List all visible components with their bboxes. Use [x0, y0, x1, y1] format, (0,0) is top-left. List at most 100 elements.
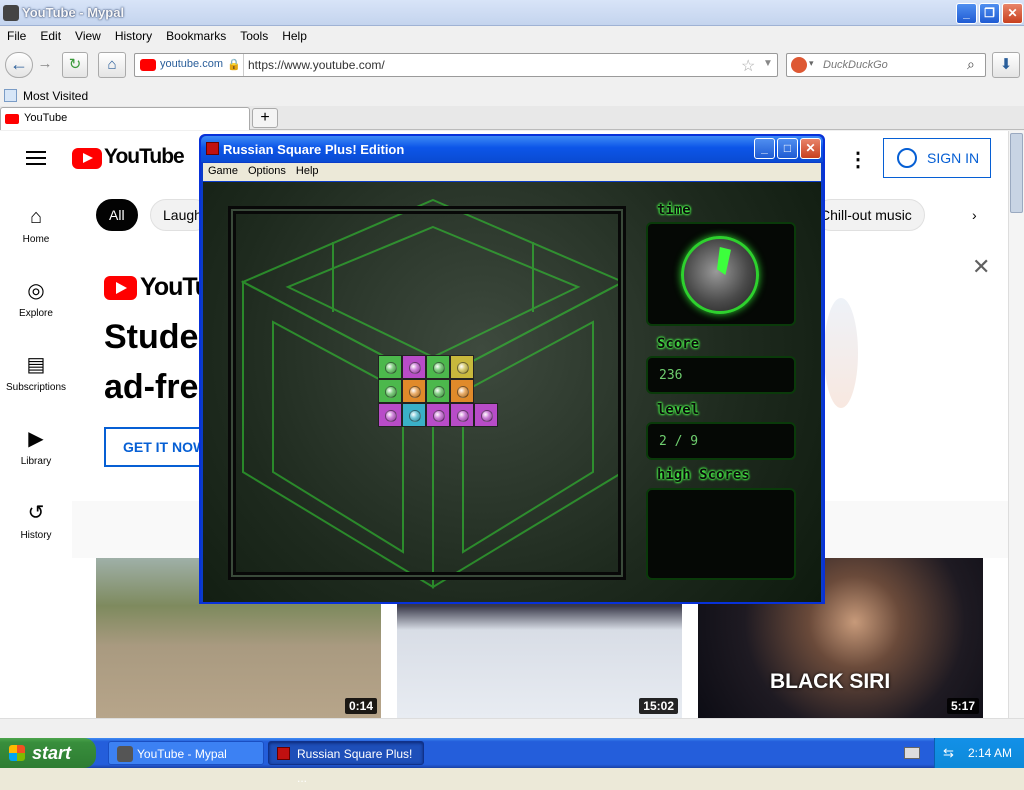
sidebar-item-library[interactable]: ▶ Library [0, 428, 72, 467]
browser-menu-bar: File Edit View History Bookmarks Tools Help [0, 26, 1024, 46]
gem-cyan [402, 403, 426, 427]
level-label: level [657, 402, 700, 418]
browser-title-bar[interactable]: YouTube - Mypal _ ❐ ✕ [0, 0, 1024, 26]
promo-cta-button[interactable]: GET IT NOW [104, 427, 214, 467]
search-placeholder: DuckDuckGo [823, 59, 888, 71]
mypal-taskbar-icon [117, 746, 133, 762]
sign-in-button[interactable]: SIGN IN [883, 138, 991, 178]
url-dropdown-icon[interactable]: ▼ [763, 58, 773, 69]
tab-strip: YouTube + [0, 106, 1024, 130]
sidebar-item-home[interactable]: ⌂ Home [0, 206, 72, 245]
menu-help[interactable]: Help [275, 26, 314, 43]
back-icon[interactable]: ← [5, 52, 33, 78]
chip-all[interactable]: All [96, 199, 138, 231]
network-icon[interactable]: ⇆ [943, 745, 959, 761]
promo-headline-2: ad-fre [104, 368, 199, 406]
high-scores-panel [646, 488, 796, 580]
most-visited-bookmark[interactable]: Most Visited [23, 89, 88, 103]
game-menu-options[interactable]: Options [243, 163, 291, 177]
game-maximize-button[interactable]: □ [777, 138, 798, 159]
history-icon: ↺ [27, 502, 45, 524]
lock-icon[interactable]: 🔒 [227, 58, 241, 71]
mypal-app-icon [3, 5, 19, 21]
chip-chill-out-music[interactable]: Chill-out music [815, 199, 925, 231]
tab-youtube[interactable]: YouTube [0, 107, 250, 130]
sidebar-label: Explore [19, 308, 53, 319]
menu-history[interactable]: History [108, 26, 159, 43]
maximize-button[interactable]: ❐ [979, 3, 1000, 24]
engine-dropdown-icon[interactable]: ▾ [809, 58, 814, 69]
game-minimize-button[interactable]: _ [754, 138, 775, 159]
promo-youtube-logo-icon [104, 276, 137, 300]
vertical-scrollbar[interactable] [1008, 131, 1024, 718]
gem-purple [426, 403, 450, 427]
clock[interactable]: 2:14 AM [968, 738, 1012, 768]
taskbar-button-browser[interactable]: YouTube - Mypal [108, 741, 264, 765]
gem-purple [474, 403, 498, 427]
sidebar-label: History [20, 530, 52, 541]
new-tab-button[interactable]: + [252, 108, 278, 128]
gem-purple [402, 355, 426, 379]
tab-favicon-icon [5, 114, 19, 124]
high-scores-label: high Scores [657, 467, 750, 483]
more-options-icon[interactable]: ⋮ [848, 147, 868, 172]
youtube-logo-icon[interactable] [72, 148, 102, 169]
library-icon: ▶ [28, 428, 44, 450]
promo-headline-1: Studer [104, 318, 212, 356]
minimize-button[interactable]: _ [956, 3, 977, 24]
forward-icon[interactable]: → [33, 52, 57, 78]
scroll-thumb[interactable] [1010, 133, 1023, 213]
search-bar[interactable]: ▾ DuckDuckGo ⌕ [786, 53, 986, 77]
thumbnail-overlay-text: BLACK SIRI [770, 670, 891, 693]
sidebar-label: Subscriptions [5, 382, 67, 393]
score-value: 236 [659, 368, 683, 383]
gem-green [426, 379, 450, 403]
menu-bookmarks[interactable]: Bookmarks [159, 26, 233, 43]
hamburger-menu-icon[interactable] [26, 151, 46, 165]
game-menu-bar: Game Options Help [203, 163, 821, 181]
sidebar-item-history[interactable]: ↺ History [0, 502, 72, 541]
keyboard-icon[interactable] [904, 747, 920, 759]
browser-title: YouTube - Mypal [22, 5, 125, 20]
score-label: Score [657, 336, 700, 352]
status-bar [0, 718, 1024, 738]
menu-view[interactable]: View [68, 26, 108, 43]
menu-file[interactable]: File [0, 26, 33, 43]
sidebar-item-subscriptions[interactable]: ▤ Subscriptions [0, 354, 72, 393]
game-taskbar-icon [277, 747, 290, 760]
start-button[interactable]: start [0, 738, 96, 768]
chips-next-icon[interactable]: › [972, 207, 977, 223]
youtube-logo-text[interactable]: YouTube [104, 145, 185, 169]
gem-purple [450, 403, 474, 427]
home-icon: ⌂ [29, 206, 43, 228]
gem-purple [378, 403, 402, 427]
home-button-icon[interactable]: ⌂ [98, 52, 126, 78]
url-bar[interactable]: youtube.com 🔒 https://www.youtube.com/ ☆… [134, 53, 778, 77]
game-app-icon [206, 142, 219, 155]
site-identity[interactable]: youtube.com [160, 58, 223, 70]
most-visited-icon [4, 89, 17, 102]
game-menu-game[interactable]: Game [203, 163, 243, 177]
sidebar-item-explore[interactable]: ◎ Explore [0, 280, 72, 319]
bookmark-star-icon[interactable]: ☆ [741, 56, 755, 76]
menu-tools[interactable]: Tools [233, 26, 275, 43]
game-menu-help[interactable]: Help [291, 163, 324, 177]
taskbar-button-game[interactable]: Russian Square Plus! ... [268, 741, 424, 785]
menu-edit[interactable]: Edit [33, 26, 68, 43]
game-close-button[interactable]: ✕ [800, 138, 821, 159]
game-title-bar[interactable]: Russian Square Plus! Edition _ □ ✕ [201, 136, 823, 162]
downloads-icon[interactable]: ⬇ [992, 52, 1020, 78]
dismiss-promo-icon[interactable]: ✕ [972, 254, 990, 280]
close-button[interactable]: ✕ [1002, 3, 1023, 24]
tab-label: YouTube [24, 112, 68, 124]
windows-logo-icon [9, 745, 25, 761]
search-icon[interactable]: ⌕ [967, 56, 975, 73]
url-text[interactable]: https://www.youtube.com/ [248, 58, 385, 72]
gem-green [426, 355, 450, 379]
timer-clock-icon [681, 236, 759, 314]
compass-icon: ◎ [27, 280, 45, 302]
gem-orange [402, 379, 426, 403]
reload-icon[interactable]: ↻ [62, 52, 88, 78]
taskbar-label: Russian Square Plus! ... [297, 747, 413, 785]
game-arena: time Score 236 level 2 / 9 high Scores [203, 182, 821, 602]
